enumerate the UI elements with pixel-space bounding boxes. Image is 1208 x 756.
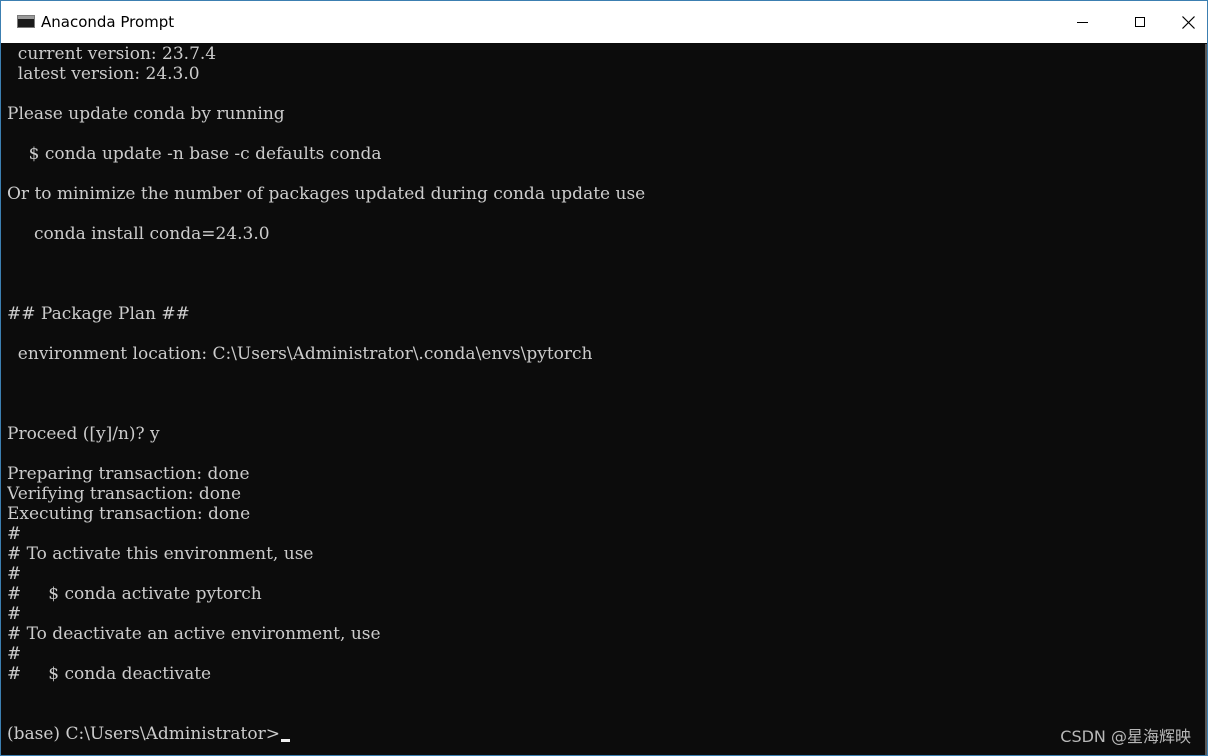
terminal-line: Please update conda by running bbox=[7, 104, 285, 124]
console-icon[interactable] bbox=[17, 15, 35, 28]
terminal-output[interactable]: current version: 23.7.4 latest version: … bbox=[7, 44, 1201, 755]
close-icon bbox=[1181, 15, 1195, 29]
terminal-line: # bbox=[7, 644, 22, 664]
close-button[interactable] bbox=[1169, 1, 1207, 43]
terminal-line: Preparing transaction: done bbox=[7, 464, 250, 484]
terminal-line: latest version: 24.3.0 bbox=[7, 64, 200, 84]
terminal-line: # bbox=[7, 524, 22, 544]
window-title: Anaconda Prompt bbox=[41, 13, 175, 31]
terminal-line: Proceed ([y]/n)? y bbox=[7, 424, 160, 444]
terminal-line: # To deactivate an active environment, u… bbox=[7, 624, 381, 644]
terminal-line: # bbox=[7, 604, 22, 624]
terminal-line: # bbox=[7, 564, 22, 584]
maximize-button[interactable] bbox=[1111, 1, 1169, 43]
watermark: CSDN @星海辉映 bbox=[1060, 727, 1191, 746]
minimize-icon bbox=[1076, 21, 1088, 23]
terminal-line: conda install conda=24.3.0 bbox=[7, 224, 270, 244]
maximize-icon bbox=[1135, 17, 1145, 27]
text-cursor bbox=[280, 739, 290, 742]
anaconda-prompt-window: Anaconda Prompt current version: 23.7.4 … bbox=[0, 0, 1208, 756]
prompt-text: (base) C:\Users\Administrator> bbox=[7, 724, 280, 744]
terminal-line: environment location: C:\Users\Administr… bbox=[7, 344, 593, 364]
terminal-line: Or to minimize the number of packages up… bbox=[7, 184, 646, 204]
prompt-line[interactable]: (base) C:\Users\Administrator> bbox=[7, 724, 1201, 744]
terminal-line: Executing transaction: done bbox=[7, 504, 251, 524]
scrollbar[interactable] bbox=[1205, 44, 1207, 755]
terminal-line: # $ conda activate pytorch bbox=[7, 584, 262, 604]
terminal-line: current version: 23.7.4 bbox=[7, 44, 217, 64]
terminal-line: # $ conda deactivate bbox=[7, 664, 212, 684]
title-bar[interactable]: Anaconda Prompt bbox=[1, 1, 1207, 43]
terminal-line: $ conda update -n base -c defaults conda bbox=[7, 144, 382, 164]
terminal-line: # To activate this environment, use bbox=[7, 544, 314, 564]
terminal-line: ## Package Plan ## bbox=[7, 304, 190, 324]
minimize-button[interactable] bbox=[1053, 1, 1111, 43]
terminal-line: Verifying transaction: done bbox=[7, 484, 242, 504]
